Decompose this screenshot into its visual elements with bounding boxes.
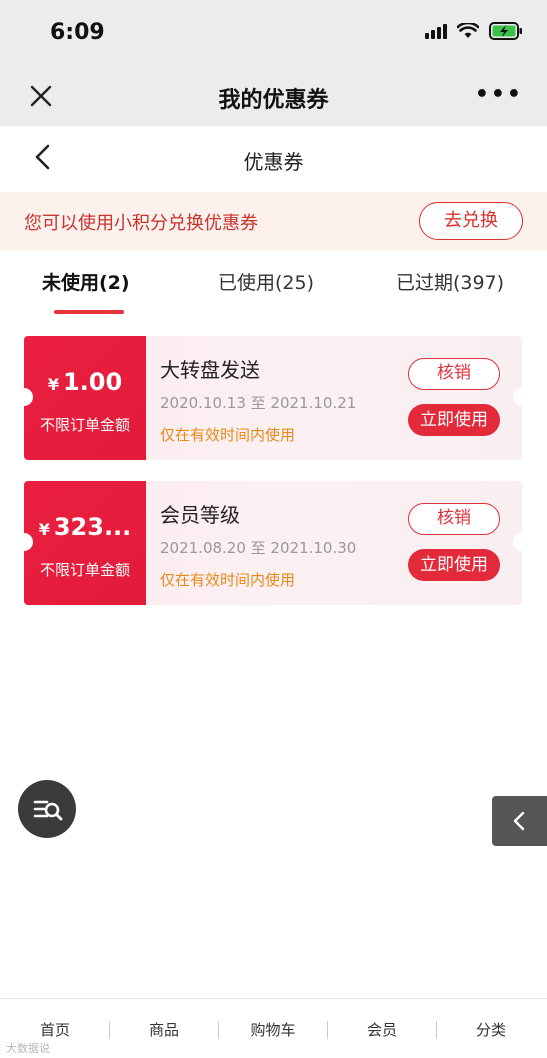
floating-search-button[interactable] — [18, 780, 76, 838]
ticket-notch — [513, 533, 522, 551]
coupon-amount-value: 1.00 — [62, 368, 123, 396]
status-time: 6:09 — [50, 20, 105, 45]
coupon-condition: 不限订单金额 — [39, 561, 130, 579]
ticket-notch — [513, 388, 522, 406]
wifi-icon — [457, 23, 479, 38]
bottom-nav-member[interactable]: 会员 — [328, 1019, 436, 1040]
use-now-button[interactable]: 立即使用 — [408, 549, 500, 581]
coupon-tabs: 未使用(2) 已使用(25) 已过期(397) — [0, 262, 547, 322]
bottom-nav-products[interactable]: 商品 — [110, 1019, 218, 1040]
nav-bar: 我的优惠券 ••• — [0, 68, 547, 126]
coupon-note: 仅在有效时间内使用 — [160, 571, 296, 589]
bottom-nav-home[interactable]: 首页 — [1, 1019, 109, 1040]
nav-title: 我的优惠券 — [218, 88, 329, 113]
page-header: 优惠券 — [0, 126, 547, 190]
coupon-date: 2021.08.20 至 2021.10.30 — [160, 539, 357, 557]
redeem-button[interactable]: 去兑换 — [419, 202, 523, 240]
coupon-value-panel: ¥1.00 不限订单金额 — [24, 336, 146, 460]
more-icon[interactable]: ••• — [475, 82, 523, 107]
verify-button[interactable]: 核销 — [408, 503, 500, 535]
promo-banner: 您可以使用小积分兑换优惠券 去兑换 — [0, 192, 547, 250]
tab-expired[interactable]: 已过期(397) — [396, 268, 504, 295]
coupon-amount: ¥323... — [24, 513, 146, 541]
side-panel-toggle[interactable] — [492, 796, 547, 846]
coupon-condition: 不限订单金额 — [39, 416, 130, 434]
page-title: 优惠券 — [243, 150, 304, 174]
coupon-card: ¥1.00 不限订单金额 大转盘发送 2020.10.13 至 2021.10.… — [24, 336, 522, 460]
battery-charging-icon — [489, 22, 522, 40]
coupon-amount: ¥1.00 — [24, 368, 146, 396]
coupon-name: 会员等级 — [160, 503, 240, 527]
currency-symbol: ¥ — [47, 375, 59, 394]
coupon-note: 仅在有效时间内使用 — [160, 426, 296, 444]
coupon-name: 大转盘发送 — [160, 358, 260, 382]
coupon-date: 2020.10.13 至 2021.10.21 — [160, 394, 357, 412]
search-list-icon — [33, 800, 63, 821]
use-now-button[interactable]: 立即使用 — [408, 404, 500, 436]
tab-used[interactable]: 已使用(25) — [218, 268, 314, 295]
coupon-value-panel: ¥323... 不限订单金额 — [24, 481, 146, 605]
promo-text: 您可以使用小积分兑换优惠券 — [24, 213, 258, 234]
status-icons — [425, 22, 523, 40]
tab-unused[interactable]: 未使用(2) — [42, 268, 130, 295]
currency-symbol: ¥ — [38, 520, 50, 539]
signal-icon — [425, 23, 447, 39]
chevron-left-icon — [513, 811, 525, 831]
coupon-card: ¥323... 不限订单金额 会员等级 2021.08.20 至 2021.10… — [24, 481, 522, 605]
watermark: 大数据说 — [6, 1042, 50, 1055]
bottom-nav-cart[interactable]: 购物车 — [219, 1019, 327, 1040]
bottom-nav-category[interactable]: 分类 — [437, 1019, 545, 1040]
coupon-amount-value: 323... — [53, 513, 132, 541]
bottom-nav: 首页 商品 购物车 会员 分类 — [0, 998, 547, 1058]
status-bar: 6:09 — [0, 0, 547, 68]
verify-button[interactable]: 核销 — [408, 358, 500, 390]
tab-indicator — [54, 310, 124, 314]
